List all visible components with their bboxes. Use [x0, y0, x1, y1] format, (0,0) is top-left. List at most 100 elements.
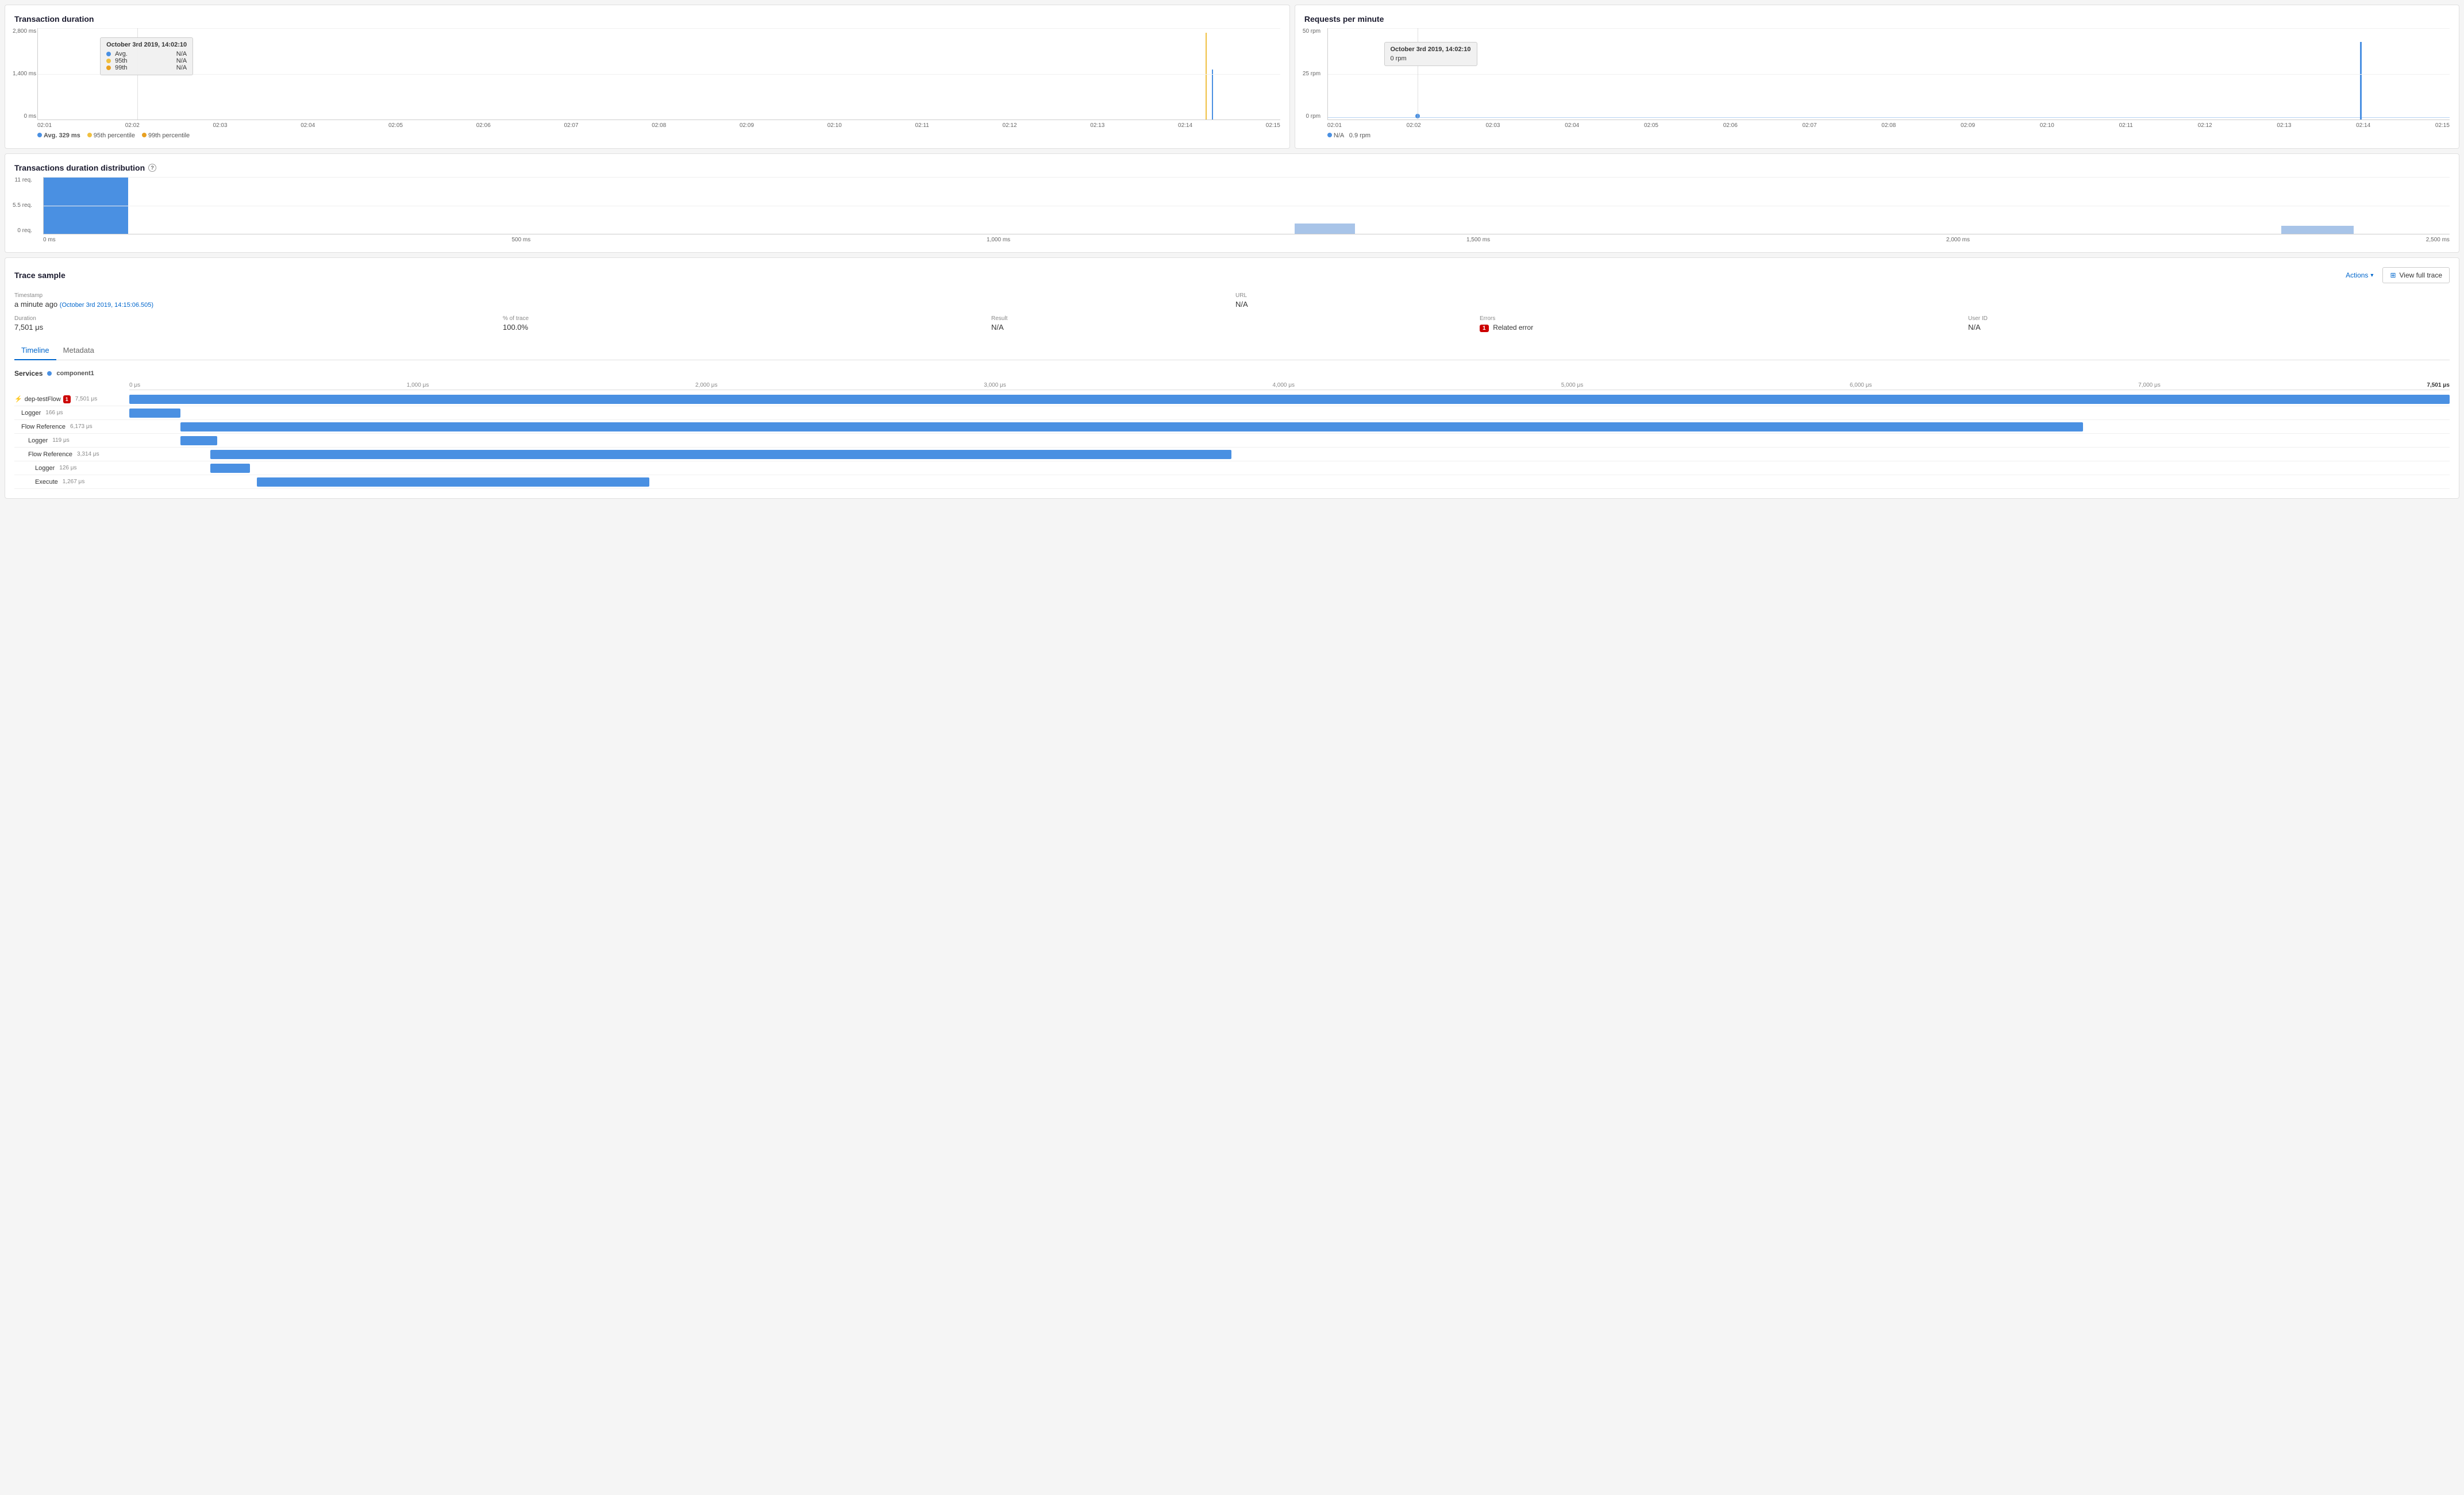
- span-duration-logger-1: 166 μs: [45, 410, 63, 416]
- dist-bar-2500: [2281, 226, 2354, 234]
- rpm-chart-area: 50 rpm 25 rpm 0 rpm October 3rd 2019, 14…: [1327, 28, 2450, 120]
- td-legend-avg: Avg. 329 ms: [37, 132, 80, 139]
- td-legend-95th: 95th percentile: [87, 132, 135, 139]
- span-name-logger-1: Logger: [21, 410, 41, 417]
- td-gridline-top: [38, 28, 1280, 29]
- span-row-logger-2: Logger 119 μs: [14, 434, 2450, 448]
- services-label: Services: [14, 369, 43, 377]
- tab-timeline[interactable]: Timeline: [14, 341, 56, 360]
- td-y-top: 2,800 ms: [13, 28, 36, 34]
- td-y-mid: 1,400 ms: [13, 71, 36, 77]
- span-name-flowref-2: Flow Reference: [28, 451, 72, 458]
- component1-dot: [47, 371, 52, 376]
- userid-value: N/A: [1968, 323, 2450, 332]
- result-value: N/A: [991, 323, 1473, 332]
- span-name-logger-2: Logger: [28, 437, 48, 444]
- url-value: N/A: [1235, 300, 2450, 309]
- span-duration-dep-testflow: 7,501 μs: [75, 396, 98, 402]
- td-legend: Avg. 329 ms 95th percentile 99th percent…: [37, 132, 1280, 139]
- requests-per-minute-card: Requests per minute 50 rpm 25 rpm 0 rpm …: [1295, 5, 2459, 149]
- td-spike-blue: [1212, 70, 1213, 120]
- span-row-logger-1: Logger 166 μs: [14, 406, 2450, 420]
- distribution-info-icon[interactable]: ?: [148, 164, 156, 172]
- rpm-legend: N/A 0.9 rpm: [1327, 132, 2450, 139]
- view-full-trace-button[interactable]: ⊞ View full trace: [2382, 267, 2450, 283]
- services-header: Services component1: [14, 369, 2450, 377]
- component1-label: component1: [56, 370, 94, 377]
- link-icon: ⚡: [14, 395, 22, 403]
- dist-x-axis: 0 ms 500 ms 1,000 ms 1,500 ms 2,000 ms 2…: [43, 237, 2450, 243]
- span-row-execute: Execute 1,267 μs: [14, 475, 2450, 489]
- ruler: 0 μs 1,000 μs 2,000 μs 3,000 μs 4,000 μs…: [129, 382, 2450, 390]
- rpm-y-top: 50 rpm: [1303, 28, 1320, 34]
- rpm-grid-top: [1328, 28, 2450, 29]
- span-name-dep-testflow: dep-testFlow: [25, 396, 61, 403]
- error-badge[interactable]: 1: [1480, 325, 1489, 332]
- span-row-logger-3: Logger 126 μs: [14, 461, 2450, 475]
- span-duration-execute: 1,267 μs: [63, 479, 85, 485]
- distribution-chart-area: 11 req. 5.5 req. 0 req.: [43, 177, 2450, 234]
- external-link-icon: ⊞: [2390, 271, 2396, 279]
- result-field: Result N/A: [991, 315, 1473, 332]
- actions-button[interactable]: Actions ▾: [2341, 269, 2378, 282]
- rpm-baseline: [1328, 117, 2450, 118]
- td-y-axis: 2,800 ms 1,400 ms 0 ms: [13, 28, 36, 120]
- rpm-tooltip-value: 0 rpm: [1391, 55, 1471, 62]
- rpm-x-axis: 02:01 02:02 02:03 02:04 02:05 02:06 02:0…: [1327, 122, 2450, 129]
- errors-field: Errors 1 Related error: [1480, 315, 1961, 332]
- tbar-dep-testflow: [129, 395, 2450, 404]
- trace-tabs: Timeline Metadata: [14, 341, 2450, 360]
- trace-meta-row-1: Timestamp a minute ago (October 3rd 2019…: [14, 292, 2450, 309]
- span-error-badge[interactable]: 1: [63, 395, 71, 403]
- span-row-dep-testflow: ⚡ dep-testFlow 1 7,501 μs: [14, 392, 2450, 406]
- distribution-card: Transactions duration distribution ? 11 …: [5, 153, 2459, 253]
- td-avg-dot: [106, 52, 111, 56]
- dist-y-axis: 11 req. 5.5 req. 0 req.: [13, 177, 32, 234]
- rpm-y-axis: 50 rpm 25 rpm 0 rpm: [1303, 28, 1320, 120]
- td-tooltip-95th: 95th N/A: [106, 57, 187, 64]
- span-duration-logger-3: 126 μs: [59, 465, 76, 471]
- td-spike-yellow: [1206, 33, 1207, 120]
- duration-value: 7,501 μs: [14, 323, 496, 332]
- td-gridline-mid: [38, 74, 1280, 75]
- td-legend-99th: 99th percentile: [142, 132, 190, 139]
- rpm-spike: [2360, 42, 2362, 120]
- transaction-duration-title: Transaction duration: [14, 14, 1280, 24]
- timestamp-relative: a minute ago: [14, 300, 57, 309]
- span-name-flowref-1: Flow Reference: [21, 423, 66, 430]
- td-99-dot: [106, 65, 111, 70]
- td-95-dot: [106, 59, 111, 63]
- span-duration-flowref-1: 6,173 μs: [70, 423, 93, 430]
- timestamp-absolute: (October 3rd 2019, 14:15:06.505): [60, 302, 153, 309]
- tab-metadata[interactable]: Metadata: [56, 341, 101, 360]
- tbar-logger-1: [129, 409, 180, 418]
- tbar-logger-2: [180, 436, 218, 445]
- percent-trace-field: % of trace 100.0%: [503, 315, 984, 332]
- transaction-duration-chart-area: 2,800 ms 1,400 ms 0 ms October 3rd 2019,…: [37, 28, 1280, 120]
- span-duration-logger-2: 119 μs: [52, 437, 69, 444]
- timestamp-field: Timestamp a minute ago (October 3rd 2019…: [14, 292, 1229, 309]
- error-text: Related error: [1493, 323, 1533, 332]
- tbar-logger-3: [210, 464, 250, 473]
- td-tooltip-99th: 99th N/A: [106, 64, 187, 71]
- rpm-grid-mid: [1328, 74, 2450, 75]
- td-x-axis: 02:01 02:02 02:03 02:04 02:05 02:06 02:0…: [37, 122, 1280, 129]
- td-tooltip-title: October 3rd 2019, 14:02:10: [106, 41, 187, 48]
- url-field: URL N/A: [1235, 292, 2450, 309]
- span-row-flowref-1: Flow Reference 6,173 μs: [14, 420, 2450, 434]
- rpm-y-bot: 0 rpm: [1306, 113, 1320, 120]
- timeline-section: Services component1 0 μs 1,000 μs 2,000 …: [14, 369, 2450, 489]
- duration-field: Duration 7,501 μs: [14, 315, 496, 332]
- rpm-legend-item: N/A 0.9 rpm: [1327, 132, 1370, 139]
- rpm-tooltip: October 3rd 2019, 14:02:10 0 rpm: [1384, 42, 1477, 66]
- rpm-y-mid: 25 rpm: [1303, 71, 1320, 77]
- distribution-title: Transactions duration distribution ?: [14, 163, 2450, 172]
- span-row-flowref-2: Flow Reference 3,314 μs: [14, 448, 2450, 461]
- td-tooltip: October 3rd 2019, 14:02:10 Avg. N/A 95th…: [100, 37, 193, 75]
- trace-meta-row-2: Duration 7,501 μs % of trace 100.0% Resu…: [14, 315, 2450, 332]
- dist-bar-1500: [1295, 224, 1355, 234]
- trace-sample-card: Trace sample Actions ▾ ⊞ View full trace…: [5, 257, 2459, 499]
- rpm-tooltip-title: October 3rd 2019, 14:02:10: [1391, 46, 1471, 53]
- td-y-bot: 0 ms: [24, 113, 36, 120]
- chevron-down-icon: ▾: [2370, 272, 2373, 279]
